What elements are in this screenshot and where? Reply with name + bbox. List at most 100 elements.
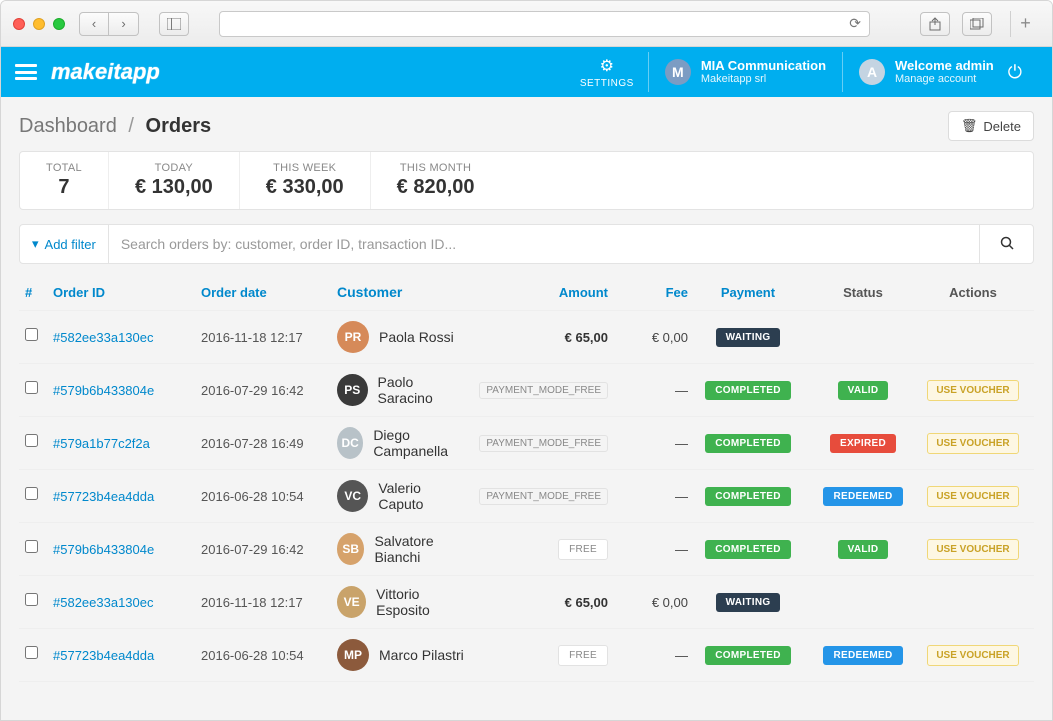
customer-avatar: PS [337,374,368,406]
table-row: #57723b4ea4dda2016-06-28 10:54MP Marco Pi… [19,629,1034,682]
customer-avatar: VC [337,480,368,512]
col-actions: Actions [918,285,1028,300]
fee-value: € 0,00 [608,330,688,345]
order-id-link[interactable]: #579b6b433804e [53,542,201,557]
payment-badge: COMPLETED [705,646,790,665]
minimize-window-icon[interactable] [33,18,45,30]
order-date: 2016-06-28 10:54 [201,648,337,663]
order-date: 2016-11-18 12:17 [201,595,337,610]
sidebar-toggle-icon[interactable] [159,12,189,36]
org-switcher[interactable]: M MIA Communication Makeitapp srl [648,52,842,92]
customer-name: Diego Campanella [373,427,468,459]
col-order-date[interactable]: Order date [201,285,337,300]
customer-name: Paola Rossi [379,329,454,345]
power-icon[interactable]: ⏻ [1008,62,1022,83]
row-checkbox[interactable] [25,540,38,553]
new-tab-button[interactable]: + [1010,11,1040,37]
tabs-overview-icon[interactable] [962,12,992,36]
use-voucher-button[interactable]: USE VOUCHER [927,433,1018,454]
stat-card: TODAY € 130,00 [109,152,240,209]
use-voucher-button[interactable]: USE VOUCHER [927,645,1018,666]
customer-name: Marco Pilastri [379,647,464,663]
table-row: #582ee33a130ec2016-11-18 12:17PRPaola Ro… [19,311,1034,364]
account-menu[interactable]: A Welcome admin Manage account ⏻ [842,52,1038,92]
fee-value: — [608,436,688,451]
use-voucher-button[interactable]: USE VOUCHER [927,380,1018,401]
status-badge: VALID [838,540,889,559]
amount-value: € 65,00 [565,330,608,345]
order-id-link[interactable]: #57723b4ea4dda [53,489,201,504]
free-badge: FREE [558,645,608,666]
row-checkbox[interactable] [25,328,38,341]
order-id-link[interactable]: #579a1b77c2f2a [53,436,201,451]
browser-toolbar: ‹ › ⟳ + [1,1,1052,47]
row-checkbox[interactable] [25,434,38,447]
use-voucher-button[interactable]: USE VOUCHER [927,486,1018,507]
app-logo[interactable]: makeitapp [51,59,160,85]
use-voucher-button[interactable]: USE VOUCHER [927,539,1018,560]
back-button[interactable]: ‹ [79,12,109,36]
close-window-icon[interactable] [13,18,25,30]
col-payment[interactable]: Payment [688,285,808,300]
status-badge: VALID [838,381,889,400]
row-checkbox[interactable] [25,381,38,394]
row-checkbox[interactable] [25,646,38,659]
breadcrumb-sep: / [128,115,134,137]
add-filter-button[interactable]: ▾ Add filter [20,225,109,263]
order-date: 2016-06-28 10:54 [201,489,337,504]
row-checkbox[interactable] [25,487,38,500]
forward-button[interactable]: › [109,12,139,36]
payment-badge: COMPLETED [705,487,790,506]
order-id-link[interactable]: #57723b4ea4dda [53,648,201,663]
fee-value: — [608,542,688,557]
fee-value: — [608,489,688,504]
stats-panel: TOTAL7TODAY€ 130,00THIS WEEK€ 330,00THIS… [19,151,1034,210]
status-badge: REDEEMED [823,487,902,506]
order-date: 2016-11-18 12:17 [201,330,337,345]
share-icon[interactable] [920,12,950,36]
stat-label: TODAY [135,162,213,174]
stat-value: € 820,00 [397,176,475,199]
menu-icon[interactable] [15,64,37,80]
col-fee[interactable]: Fee [608,285,688,300]
settings-label: SETTINGS [580,78,634,89]
trash-icon: 🗑 [961,118,978,134]
window-controls[interactable] [13,18,65,30]
gear-icon: ⚙ [600,56,614,76]
col-customer[interactable]: Customer [337,284,468,300]
customer-name: Paolo Saracino [378,374,469,406]
delete-label: Delete [983,119,1021,134]
order-date: 2016-07-28 16:49 [201,436,337,451]
fee-value: € 0,00 [608,595,688,610]
settings-button[interactable]: ⚙ SETTINGS [566,56,648,89]
order-date: 2016-07-29 16:42 [201,383,337,398]
fee-value: — [608,383,688,398]
reload-icon[interactable]: ⟳ [849,15,861,32]
address-bar[interactable]: ⟳ [219,11,870,37]
order-id-link[interactable]: #582ee33a130ec [53,330,201,345]
delete-button[interactable]: 🗑 Delete [948,111,1034,141]
stat-card: THIS WEEK€ 330,00 [240,152,371,209]
customer-avatar: SB [337,533,364,565]
stat-card: THIS MONTH € 820,00 [371,152,501,209]
col-hash[interactable]: # [25,285,53,300]
search-input[interactable] [109,225,979,263]
col-order-id[interactable]: Order ID [53,285,201,300]
col-amount[interactable]: Amount [468,285,608,300]
payment-badge: COMPLETED [705,434,790,453]
search-button[interactable] [979,225,1033,263]
payment-mode-badge: PAYMENT_MODE_FREE [479,488,608,505]
order-id-link[interactable]: #579b6b433804e [53,383,201,398]
order-id-link[interactable]: #582ee33a130ec [53,595,201,610]
stat-value: € 130,00 [135,176,213,199]
table-row: #579b6b433804e2016-07-29 16:42SBSalvator… [19,523,1034,576]
user-title: Welcome admin [895,59,994,73]
stat-label: THIS MONTH [397,162,475,174]
org-subtitle: Makeitapp srl [701,73,826,85]
customer-avatar: MP [337,639,369,671]
breadcrumb-root[interactable]: Dashboard [19,115,117,137]
table-row: #579a1b77c2f2a2016-07-28 16:49DCDiego Ca… [19,417,1034,470]
maximize-window-icon[interactable] [53,18,65,30]
row-checkbox[interactable] [25,593,38,606]
stat-label: THIS WEEK [266,162,344,174]
